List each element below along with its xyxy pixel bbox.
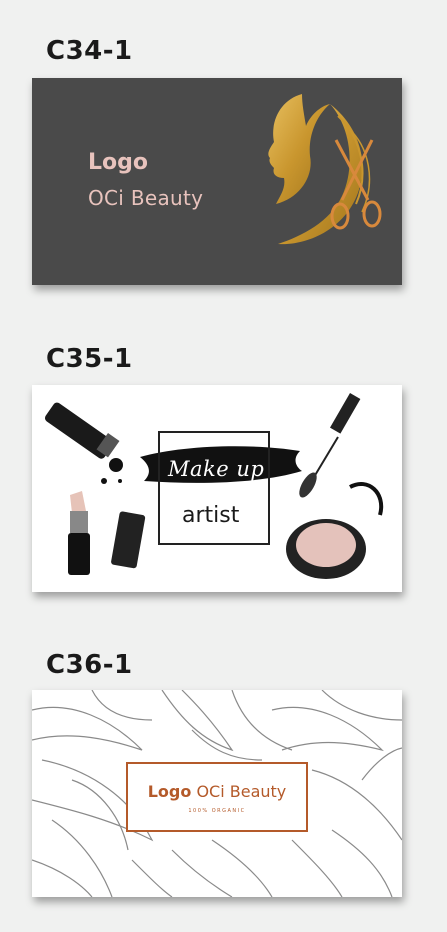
scissors-icon — [330, 139, 382, 230]
eyeliner-icon — [44, 402, 120, 459]
card-code-c35: C35-1 — [46, 344, 133, 374]
card3-tagline: 100% ORGANIC — [188, 808, 246, 814]
card-code-c34: C34-1 — [46, 36, 133, 66]
business-card-c35[interactable]: Make up artist — [32, 385, 402, 592]
lipstick-icon — [68, 491, 90, 575]
card3-brand-name: OCi Beauty — [196, 782, 287, 801]
card3-logo-line: Logo OCi Beauty — [128, 782, 306, 801]
card1-brand-name: OCi Beauty — [88, 186, 204, 210]
card2-headline: Make up — [168, 457, 265, 481]
card3-logo-word: Logo — [147, 782, 192, 801]
mascara-icon — [299, 393, 361, 498]
compact-powder-icon — [286, 481, 384, 579]
business-card-c36[interactable]: Logo OCi Beauty 100% ORGANIC — [32, 690, 402, 897]
card2-subline: artist — [182, 503, 240, 528]
logo-box: Logo OCi Beauty 100% ORGANIC — [126, 762, 308, 832]
card-code-c36: C36-1 — [46, 650, 133, 680]
business-card-c34[interactable]: Logo OCi Beauty — [32, 78, 402, 285]
card1-logo-word: Logo — [88, 150, 148, 175]
